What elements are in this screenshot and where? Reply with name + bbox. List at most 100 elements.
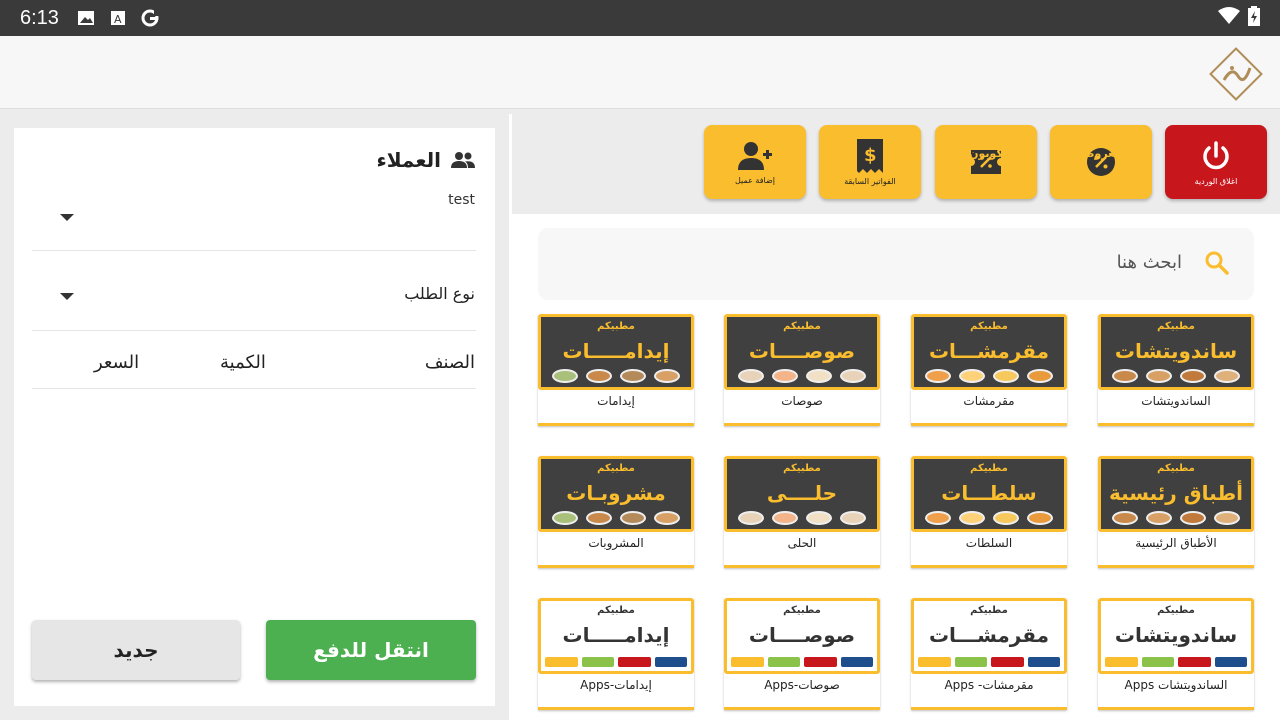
customers-title: العملاء: [376, 148, 441, 172]
previous-invoices-label: الفواتير السابقة: [844, 176, 896, 186]
brand-logo-text: مطبيكم: [783, 463, 821, 474]
close-shift-button[interactable]: اغلاق الوردية: [1165, 125, 1267, 199]
brand-logo-text: مطبيكم: [597, 463, 635, 474]
food-plates-graphic: [1101, 369, 1251, 383]
food-plate: [806, 369, 832, 383]
add-customer-button[interactable]: إضافة عميل: [704, 125, 806, 199]
category-card[interactable]: مطبيكم أطباق رئيسية الأطباق الرئيسية: [1098, 456, 1254, 568]
category-name: الساندويتشات: [1141, 394, 1211, 408]
category-card[interactable]: مطبيكم مشروبـات المشروبات: [538, 456, 694, 568]
previous-invoices-button[interactable]: $ الفواتير السابقة: [819, 125, 921, 199]
food-plate: [1112, 369, 1138, 383]
app-logo: [954, 657, 987, 667]
power-icon: [1203, 140, 1229, 169]
proceed-to-payment-button[interactable]: انتقل للدفع: [266, 620, 476, 680]
brand-logo-text: مطبيكم: [970, 605, 1008, 616]
food-plate: [738, 511, 764, 525]
food-plate: [925, 511, 951, 525]
food-plates-graphic: [914, 369, 1064, 383]
food-plate: [993, 369, 1019, 383]
customer-dropdown-value[interactable]: test: [448, 192, 475, 208]
card-accent-bar: [724, 423, 880, 426]
category-card[interactable]: مطبيكم مقرمشـــات Apps -مقرمشات: [911, 598, 1067, 710]
brand-logo-text: مطبيكم: [970, 321, 1008, 332]
customer-dropdown-arrow-icon[interactable]: [60, 214, 74, 221]
food-plate: [1146, 511, 1172, 525]
category-image: مطبيكم إيدامـــــات: [538, 314, 694, 390]
svg-text:A: A: [114, 13, 122, 26]
category-name: Apps-إيدامات: [580, 678, 652, 692]
food-plates-graphic: [541, 369, 691, 383]
category-card[interactable]: مطبيكم حلــــى الحلى: [724, 456, 880, 568]
menu-area: ابحث هنا مطبيكم ساندويتشات الساندويتشات مطب…: [512, 214, 1280, 720]
coupon-label: كوبون: [969, 147, 1003, 160]
app-logo: [804, 657, 837, 667]
brand-logo-text: مطبيكم: [597, 605, 635, 616]
category-card[interactable]: مطبيكم صوصــــات صوصات: [724, 314, 880, 426]
category-image: مطبيكم حلــــى: [724, 456, 880, 532]
food-plate: [806, 511, 832, 525]
food-plate: [959, 511, 985, 525]
food-plate: [654, 511, 680, 525]
food-plate: [552, 369, 578, 383]
card-accent-bar: [538, 565, 694, 568]
offers-button[interactable]: العروض: [1050, 125, 1152, 199]
category-name: صوصات: [781, 394, 823, 408]
category-card[interactable]: مطبيكم سلطـــات السلطات: [911, 456, 1067, 568]
category-image: مطبيكم مشروبـات: [538, 456, 694, 532]
food-plate: [772, 369, 798, 383]
category-card[interactable]: مطبيكم ساندويتشات الساندويتشات: [1098, 314, 1254, 426]
delivery-apps-logos: [545, 657, 687, 667]
search-box[interactable]: ابحث هنا: [538, 228, 1254, 300]
app-logo: [1214, 657, 1247, 667]
card-accent-bar: [1098, 423, 1254, 426]
column-quantity: الكمية: [220, 352, 266, 373]
search-icon: [1204, 250, 1230, 280]
category-image: مطبيكم سلطـــات: [911, 456, 1067, 532]
app-logo: [545, 657, 578, 667]
category-banner-title: أطباق رئيسية: [1108, 481, 1244, 505]
brand-logo-text: مطبيكم: [783, 321, 821, 332]
category-name: الحلى: [787, 536, 817, 550]
order-type-dropdown[interactable]: نوع الطلب: [404, 284, 475, 303]
column-item: الصنف: [424, 352, 475, 373]
category-banner-title: مقرمشـــات: [928, 623, 1050, 647]
category-name: Apps -مقرمشات: [944, 678, 1034, 692]
food-plate: [993, 511, 1019, 525]
card-accent-bar: [724, 707, 880, 710]
card-accent-bar: [1098, 707, 1254, 710]
food-plates-graphic: [541, 511, 691, 525]
category-image: مطبيكم أطباق رئيسية: [1098, 456, 1254, 532]
category-name: Apps-صوصات: [764, 678, 840, 692]
category-name: مقرمشات: [963, 394, 1015, 408]
category-name: الأطباق الرئيسية: [1135, 536, 1217, 550]
wifi-icon: [1218, 7, 1240, 29]
card-accent-bar: [1098, 565, 1254, 568]
new-order-button[interactable]: جديد: [32, 620, 240, 680]
brand-logo-text: مطبيكم: [1157, 605, 1195, 616]
category-card[interactable]: مطبيكم ساندويتشات Apps الساندويتشات: [1098, 598, 1254, 710]
app-logo: [840, 657, 873, 667]
app-logo: [731, 657, 764, 667]
add-person-icon: [738, 141, 772, 170]
coupon-button[interactable]: كوبون: [935, 125, 1037, 199]
card-accent-bar: [911, 565, 1067, 568]
app-logo: [918, 657, 951, 667]
category-image: مطبيكم مقرمشـــات: [911, 314, 1067, 390]
card-accent-bar: [538, 707, 694, 710]
app-logo: [1141, 657, 1174, 667]
order-type-arrow-icon[interactable]: [60, 293, 74, 300]
category-card[interactable]: مطبيكم مقرمشـــات مقرمشات: [911, 314, 1067, 426]
food-plate: [738, 369, 764, 383]
category-card[interactable]: مطبيكم إيدامـــــات Apps-إيدامات: [538, 598, 694, 710]
category-name: السلطات: [965, 536, 1013, 550]
category-image: مطبيكم ساندويتشات: [1098, 598, 1254, 674]
status-bar: 6:13 A: [0, 0, 1280, 36]
app-logo: [1105, 657, 1138, 667]
close-shift-label: اغلاق الوردية: [1194, 176, 1238, 186]
category-card[interactable]: مطبيكم صوصــــات Apps-صوصات: [724, 598, 880, 710]
category-card[interactable]: مطبيكم إيدامـــــات إيدامات: [538, 314, 694, 426]
category-image: مطبيكم صوصــــات: [724, 598, 880, 674]
category-banner-title: مشروبـات: [566, 481, 666, 505]
offers-label: العروض: [1079, 147, 1123, 160]
